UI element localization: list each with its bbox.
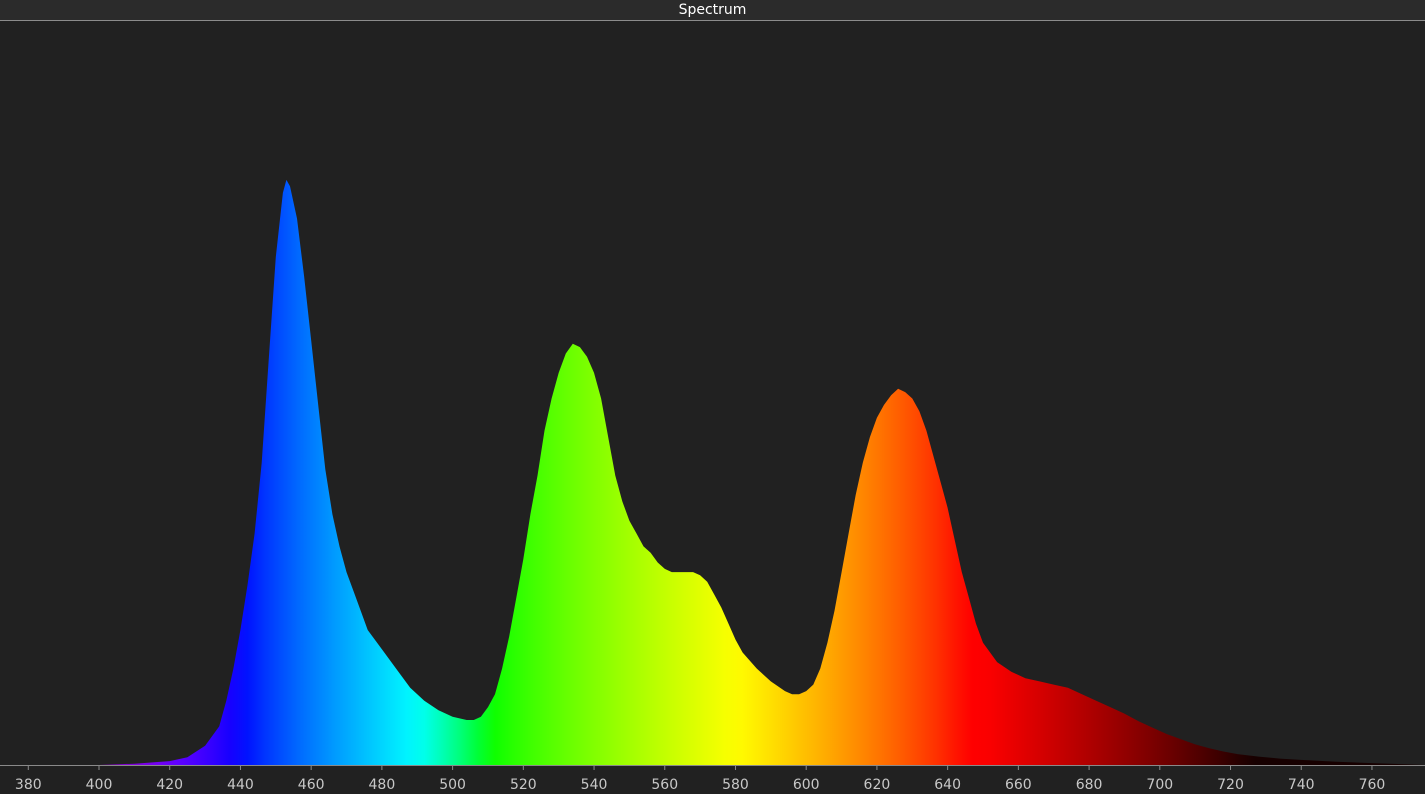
x-tick-label: 620 — [864, 777, 891, 793]
window-title-bar: Spectrum — [0, 0, 1425, 21]
x-tick-label: 520 — [510, 777, 537, 793]
window-title: Spectrum — [678, 2, 747, 18]
x-tick-label: 680 — [1076, 777, 1103, 793]
x-tick-label: 640 — [934, 777, 961, 793]
x-tick-label: 660 — [1005, 777, 1032, 793]
x-tick-label: 580 — [722, 777, 749, 793]
x-tick-label: 600 — [793, 777, 820, 793]
x-tick-label: 700 — [1146, 777, 1173, 793]
x-tick-label: 500 — [439, 777, 466, 793]
spectrum-chart: 380 400 420 440 460 480 500 520 540 560 580 600 620 6… — [0, 179, 1425, 793]
x-tick-label: 740 — [1288, 777, 1315, 793]
x-tick-label: 420 — [156, 777, 183, 793]
x-tick-label: 460 — [298, 777, 325, 793]
x-tick-label: 540 — [581, 777, 608, 793]
x-tick-label: 380 — [15, 777, 42, 793]
x-tick-label: 720 — [1217, 777, 1244, 793]
x-tick-label: 480 — [369, 777, 396, 793]
spectrum-area — [28, 179, 1425, 765]
x-tick-label: 400 — [86, 777, 113, 793]
x-tick-label: 760 — [1359, 777, 1386, 793]
x-tick-label: 440 — [227, 777, 254, 793]
x-tick-label: 560 — [651, 777, 678, 793]
